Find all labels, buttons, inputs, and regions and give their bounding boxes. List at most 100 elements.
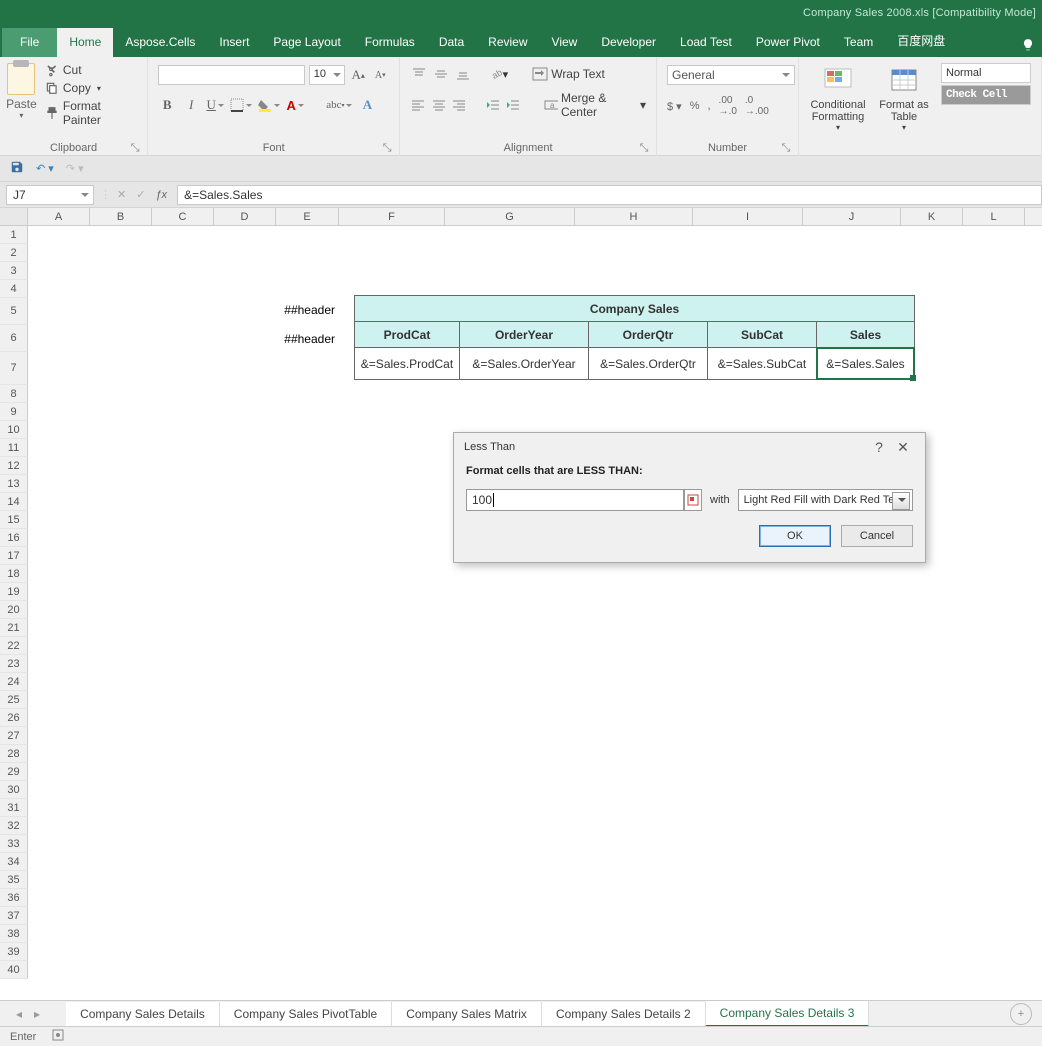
tab-view[interactable]: View: [540, 28, 590, 57]
row-header-14[interactable]: 14: [0, 493, 28, 511]
sheet-tab-0[interactable]: Company Sales Details: [66, 1002, 220, 1026]
dialog-close-button[interactable]: ✕: [891, 439, 915, 456]
font-a-button[interactable]: A: [358, 95, 376, 115]
wrap-text-button[interactable]: Wrap Text: [532, 67, 605, 81]
row-header-17[interactable]: 17: [0, 547, 28, 565]
fx-button[interactable]: ƒx: [155, 189, 167, 201]
row-header-38[interactable]: 38: [0, 925, 28, 943]
increase-font-button[interactable]: A▴: [349, 65, 367, 85]
cancel-edit-button[interactable]: ✕: [117, 188, 126, 201]
orientation-button[interactable]: ab▾: [490, 65, 508, 83]
th-sales[interactable]: Sales: [816, 321, 915, 348]
row-header-9[interactable]: 9: [0, 403, 28, 421]
format-painter-button[interactable]: Format Painter: [45, 99, 139, 127]
tab-developer[interactable]: Developer: [589, 28, 668, 57]
td-orderqtr[interactable]: &=Sales.OrderQtr: [588, 347, 708, 380]
col-header-F[interactable]: F: [339, 208, 445, 225]
row-header-19[interactable]: 19: [0, 583, 28, 601]
format-as-table-button[interactable]: Format as Table▾: [875, 63, 933, 152]
row-header-40[interactable]: 40: [0, 961, 28, 979]
col-header-A[interactable]: A: [28, 208, 90, 225]
col-header-G[interactable]: G: [445, 208, 575, 225]
td-orderyear[interactable]: &=Sales.OrderYear: [459, 347, 589, 380]
paste-button[interactable]: Paste: [4, 97, 39, 111]
row-header-24[interactable]: 24: [0, 673, 28, 691]
col-header-C[interactable]: C: [152, 208, 214, 225]
align-middle-button[interactable]: [432, 65, 450, 83]
tab-data[interactable]: Data: [427, 28, 476, 57]
row-header-12[interactable]: 12: [0, 457, 28, 475]
conditional-formatting-button[interactable]: Conditional Formatting▾: [809, 63, 867, 152]
row-header-25[interactable]: 25: [0, 691, 28, 709]
number-format-combo[interactable]: General: [667, 65, 795, 85]
row-header-6[interactable]: 6: [0, 325, 28, 352]
tab-file[interactable]: File: [2, 28, 57, 57]
row-header-8[interactable]: 8: [0, 385, 28, 403]
font-color-button[interactable]: A: [286, 95, 304, 115]
comma-button[interactable]: ,: [707, 100, 710, 112]
cut-button[interactable]: Cut: [45, 63, 139, 77]
td-sales[interactable]: &=Sales.Sales: [816, 347, 915, 380]
row-header-4[interactable]: 4: [0, 280, 28, 298]
row-header-35[interactable]: 35: [0, 871, 28, 889]
align-right-button[interactable]: [451, 96, 467, 114]
formula-input[interactable]: &=Sales.Sales: [177, 185, 1042, 205]
font-name-combo[interactable]: [158, 65, 305, 85]
cancel-button[interactable]: Cancel: [841, 525, 913, 547]
bold-button[interactable]: B: [158, 95, 176, 115]
row-header-10[interactable]: 10: [0, 421, 28, 439]
row-header-21[interactable]: 21: [0, 619, 28, 637]
accounting-button[interactable]: $ ▾: [667, 100, 682, 113]
row-header-33[interactable]: 33: [0, 835, 28, 853]
row-header-32[interactable]: 32: [0, 817, 28, 835]
dialog-value-input[interactable]: 100: [466, 489, 684, 511]
td-subcat[interactable]: &=Sales.SubCat: [707, 347, 817, 380]
row-header-16[interactable]: 16: [0, 529, 28, 547]
col-header-B[interactable]: B: [90, 208, 152, 225]
row-header-11[interactable]: 11: [0, 439, 28, 457]
tab-loadtest[interactable]: Load Test: [668, 28, 744, 57]
tab-powerpivot[interactable]: Power Pivot: [744, 28, 832, 57]
underline-button[interactable]: U: [206, 95, 224, 115]
tab-insert[interactable]: Insert: [207, 28, 261, 57]
row-header-34[interactable]: 34: [0, 853, 28, 871]
row-header-18[interactable]: 18: [0, 565, 28, 583]
tab-baidu[interactable]: 百度网盘: [885, 25, 957, 57]
font-launcher-icon[interactable]: ⤡: [381, 142, 393, 154]
name-box[interactable]: J7: [6, 185, 94, 205]
row-header-29[interactable]: 29: [0, 763, 28, 781]
th-orderyear[interactable]: OrderYear: [459, 321, 589, 348]
row-header-37[interactable]: 37: [0, 907, 28, 925]
accept-edit-button[interactable]: ✓: [136, 188, 145, 201]
ok-button[interactable]: OK: [759, 525, 831, 547]
td-prodcat[interactable]: &=Sales.ProdCat: [354, 347, 460, 380]
th-orderqtr[interactable]: OrderQtr: [588, 321, 708, 348]
row-header-26[interactable]: 26: [0, 709, 28, 727]
dialog-help-button[interactable]: ?: [867, 439, 891, 455]
col-header-H[interactable]: H: [575, 208, 693, 225]
merge-center-button[interactable]: aMerge & Center ▾: [544, 91, 646, 119]
phonetic-button[interactable]: abc▾: [326, 95, 352, 115]
col-header-E[interactable]: E: [276, 208, 339, 225]
increase-indent-button[interactable]: [505, 96, 521, 114]
align-left-button[interactable]: [410, 96, 426, 114]
clipboard-launcher-icon[interactable]: ⤡: [129, 142, 141, 154]
redo-button[interactable]: ↷ ▾: [66, 162, 84, 175]
select-all-corner[interactable]: [0, 208, 28, 225]
sheet-tab-2[interactable]: Company Sales Matrix: [392, 1002, 542, 1026]
tab-pagelayout[interactable]: Page Layout: [261, 28, 352, 57]
tab-home[interactable]: Home: [57, 28, 113, 57]
col-header-L[interactable]: L: [963, 208, 1025, 225]
cell-style-check[interactable]: Check Cell: [941, 85, 1031, 105]
tab-aspose[interactable]: Aspose.Cells: [113, 28, 207, 57]
copy-button[interactable]: Copy▾: [45, 81, 139, 95]
row-header-15[interactable]: 15: [0, 511, 28, 529]
macro-record-icon[interactable]: [52, 1029, 64, 1044]
tab-formulas[interactable]: Formulas: [353, 28, 427, 57]
new-sheet-button[interactable]: +: [1010, 1003, 1032, 1025]
row-header-28[interactable]: 28: [0, 745, 28, 763]
row-header-22[interactable]: 22: [0, 637, 28, 655]
cell-style-normal[interactable]: Normal: [941, 63, 1031, 83]
align-launcher-icon[interactable]: ⤡: [638, 142, 650, 154]
align-top-button[interactable]: [410, 65, 428, 83]
